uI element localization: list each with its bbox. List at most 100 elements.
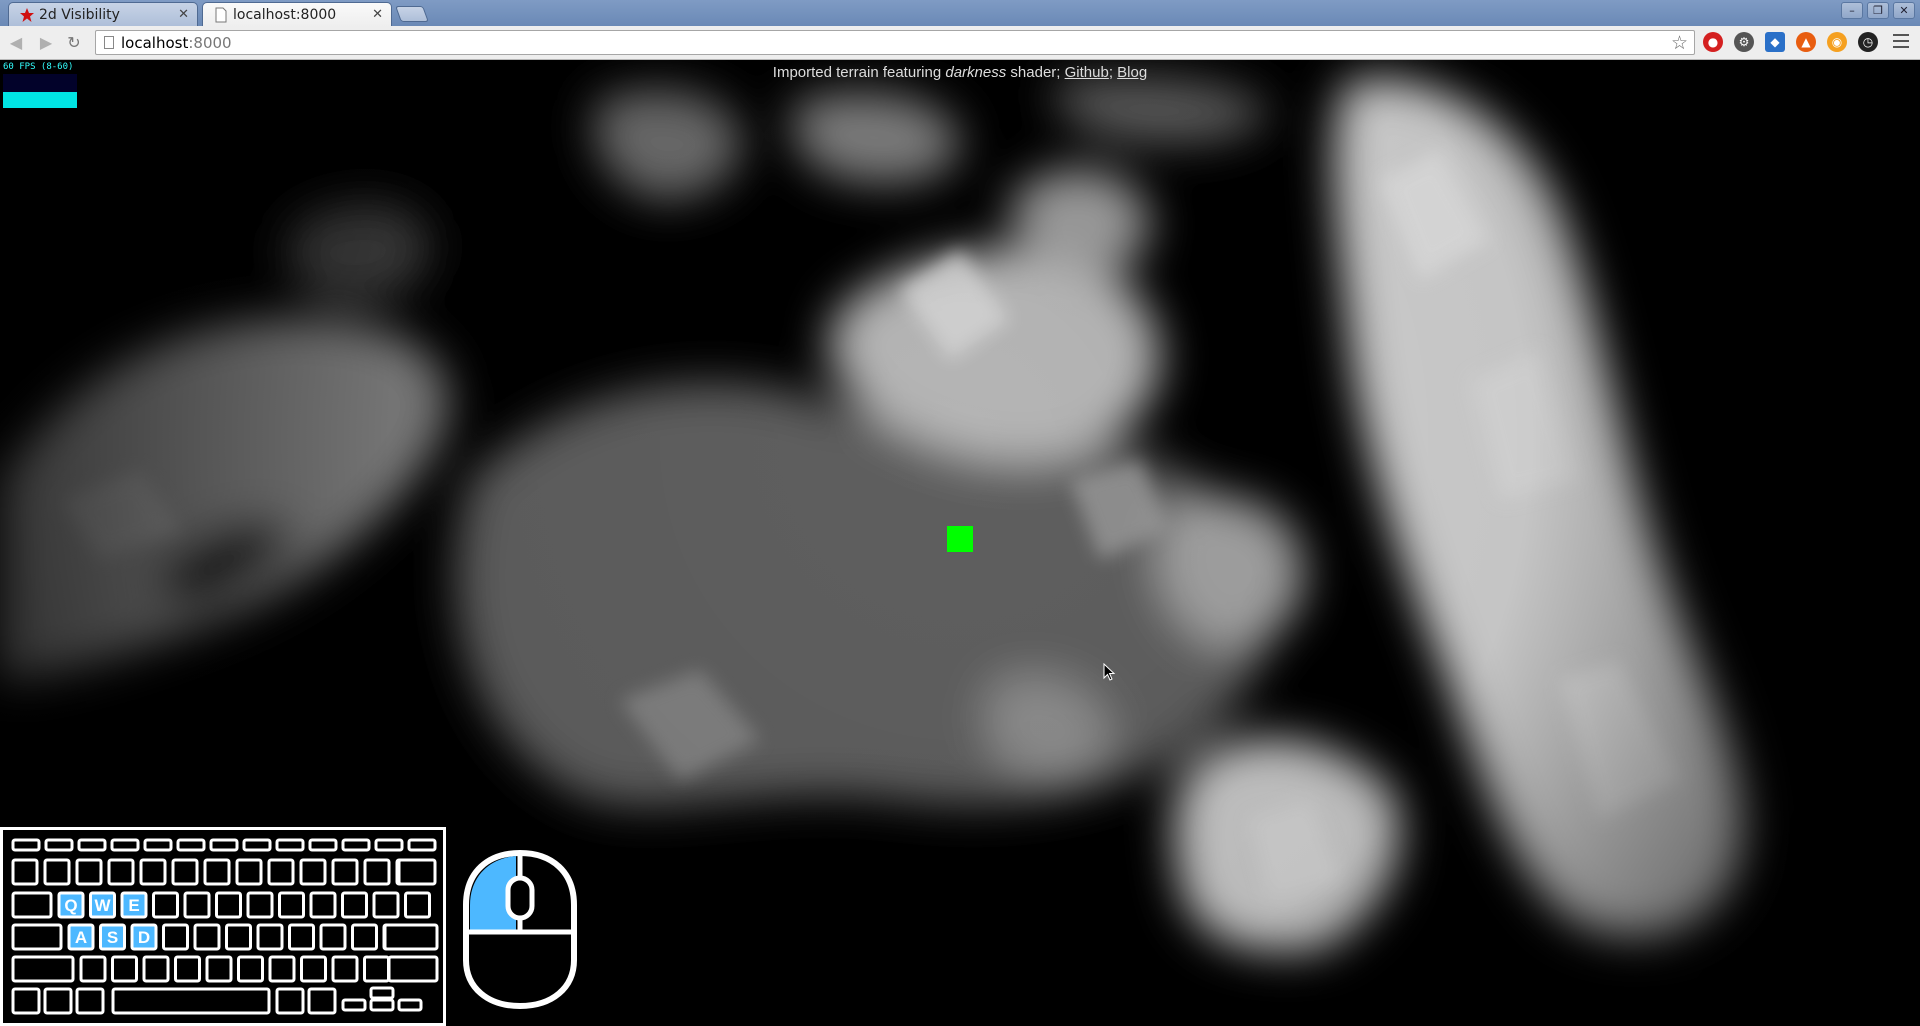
letter-key bbox=[331, 955, 359, 983]
caps-lock-key bbox=[11, 923, 63, 951]
function-key bbox=[308, 838, 338, 852]
key-d: D bbox=[130, 923, 158, 951]
function-key bbox=[77, 838, 107, 852]
player-marker bbox=[947, 526, 973, 552]
function-key bbox=[209, 838, 239, 852]
function-key bbox=[407, 838, 437, 852]
key-label: Q bbox=[64, 896, 77, 915]
key-e: E bbox=[120, 891, 148, 919]
number-key bbox=[267, 858, 295, 886]
flame-extension-icon[interactable]: ▲ bbox=[1796, 32, 1816, 52]
page-caption: Imported terrain featuring darkness shad… bbox=[0, 64, 1920, 81]
fps-graph bbox=[3, 74, 77, 108]
letter-key bbox=[174, 955, 201, 983]
function-key bbox=[44, 838, 74, 852]
caption-prefix: Imported terrain featuring bbox=[772, 64, 946, 81]
letter-key bbox=[341, 891, 368, 919]
arrow-left-key bbox=[341, 998, 367, 1012]
letter-key bbox=[278, 891, 305, 919]
address-text[interactable]: localhost:8000 bbox=[121, 34, 232, 52]
number-key bbox=[43, 858, 71, 886]
minimize-button[interactable]: – bbox=[1841, 2, 1863, 19]
key-label: S bbox=[107, 928, 118, 947]
number-key bbox=[363, 858, 391, 886]
tab-close-icon[interactable]: ✕ bbox=[372, 7, 383, 22]
letter-key bbox=[215, 891, 242, 919]
key-label: E bbox=[128, 896, 139, 915]
red-star-favicon-icon bbox=[20, 8, 34, 22]
blue-extension-icon[interactable]: ◆ bbox=[1765, 32, 1785, 52]
ctrl-right-key bbox=[307, 987, 337, 1015]
wheel-extension-icon[interactable]: ⚙ bbox=[1734, 32, 1754, 52]
forward-icon[interactable]: ▶ bbox=[36, 33, 56, 53]
left-shift-key bbox=[11, 955, 75, 983]
letter-key bbox=[319, 923, 347, 951]
arrow-up-key bbox=[369, 986, 395, 1000]
address-bar[interactable]: localhost:8000 ☆ bbox=[95, 30, 1695, 55]
blog-link[interactable]: Blog bbox=[1117, 64, 1147, 81]
function-key bbox=[143, 838, 173, 852]
key-a: A bbox=[67, 923, 95, 951]
adblock-extension-icon[interactable]: ● bbox=[1703, 32, 1723, 52]
number-key bbox=[107, 858, 135, 886]
fps-stats-panel[interactable]: 60 FPS (8-60) bbox=[3, 62, 77, 108]
letter-key bbox=[79, 955, 107, 983]
letter-key bbox=[288, 923, 315, 951]
key-q: Q bbox=[57, 891, 85, 919]
arrow-right-key bbox=[397, 998, 423, 1012]
letter-key bbox=[309, 891, 337, 919]
letter-key bbox=[183, 891, 211, 919]
back-icon[interactable]: ◀ bbox=[6, 33, 26, 53]
function-key bbox=[110, 838, 140, 852]
tab-close-icon[interactable]: ✕ bbox=[178, 7, 189, 22]
letter-key bbox=[404, 891, 431, 919]
mouse-wheel bbox=[505, 875, 535, 921]
game-viewport[interactable]: Imported terrain featuring darkness shad… bbox=[0, 60, 1920, 1026]
url-host: localhost bbox=[121, 34, 189, 52]
letter-key bbox=[142, 955, 170, 983]
number-key bbox=[11, 858, 39, 886]
letter-key bbox=[205, 955, 233, 983]
clock-extension-icon[interactable]: ◷ bbox=[1858, 32, 1878, 52]
restore-button[interactable]: ❐ bbox=[1867, 2, 1889, 19]
right-shift-key bbox=[387, 955, 439, 983]
letter-key bbox=[225, 923, 252, 951]
letter-key bbox=[237, 955, 264, 983]
key-s: S bbox=[99, 923, 126, 951]
mouse-controls-icon bbox=[463, 850, 577, 1010]
url-port: :8000 bbox=[188, 34, 232, 52]
reload-icon[interactable]: ↻ bbox=[64, 33, 84, 53]
function-key bbox=[374, 838, 404, 852]
letter-key bbox=[300, 955, 327, 983]
fn-key bbox=[43, 987, 73, 1015]
caption-emphasis: darkness bbox=[945, 64, 1007, 81]
bookmark-star-icon[interactable]: ☆ bbox=[1671, 32, 1688, 54]
github-link[interactable]: Github bbox=[1065, 64, 1109, 81]
letter-key bbox=[268, 955, 296, 983]
function-key bbox=[11, 838, 41, 852]
letter-key bbox=[256, 923, 284, 951]
function-key bbox=[176, 838, 206, 852]
caption-separator: ; bbox=[1108, 64, 1113, 81]
function-key bbox=[341, 838, 371, 852]
close-window-button[interactable]: ✕ bbox=[1893, 2, 1915, 19]
tab-strip: 2d Visibility ✕ localhost:8000 ✕ – ❐ ✕ bbox=[0, 0, 1920, 27]
letter-key bbox=[246, 891, 274, 919]
backspace-key bbox=[397, 858, 437, 886]
enter-key bbox=[383, 923, 439, 951]
orange-extension-icon[interactable]: ◉ bbox=[1827, 32, 1847, 52]
key-label: W bbox=[94, 896, 111, 915]
mouse-cursor-icon bbox=[1103, 663, 1116, 681]
page-info-icon bbox=[104, 36, 114, 49]
function-key bbox=[242, 838, 272, 852]
new-tab-button[interactable] bbox=[395, 6, 429, 22]
tab-title: 2d Visibility bbox=[39, 6, 120, 23]
key-w: W bbox=[89, 891, 116, 919]
page-icon bbox=[215, 7, 227, 23]
tab-2d-visibility[interactable]: 2d Visibility ✕ bbox=[8, 2, 198, 26]
tab-localhost[interactable]: localhost:8000 ✕ bbox=[202, 2, 392, 27]
tab-key bbox=[11, 891, 53, 919]
number-key bbox=[331, 858, 359, 886]
letter-key bbox=[351, 923, 378, 951]
browser-menu-icon[interactable] bbox=[1893, 34, 1909, 50]
